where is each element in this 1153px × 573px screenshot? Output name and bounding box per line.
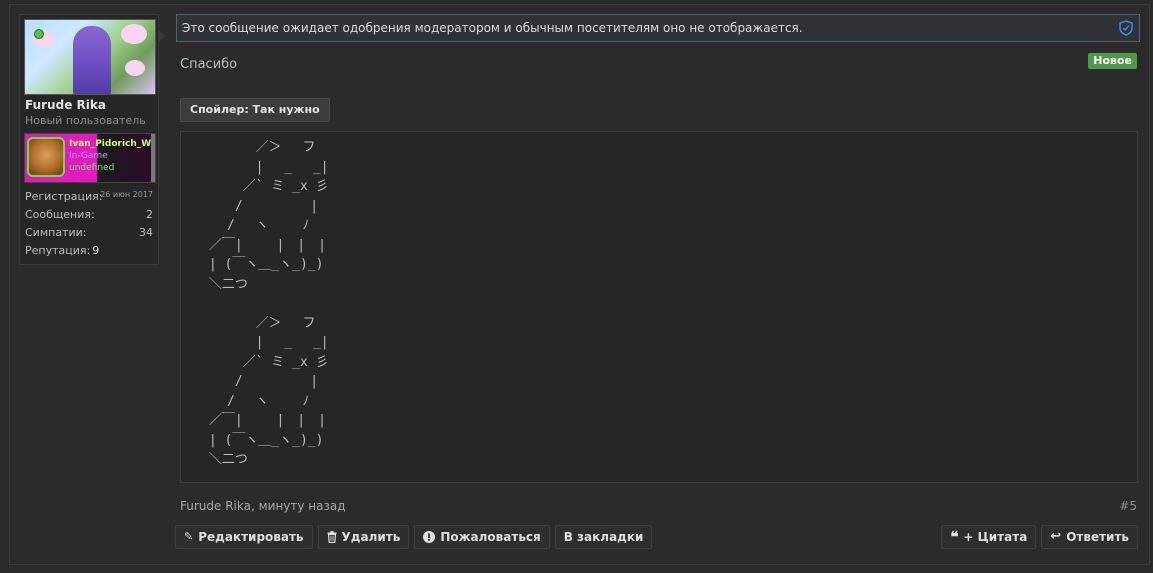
post-actions-left: ✎ Редактировать Удалить Пожаловаться В з… bbox=[175, 525, 653, 549]
user-title: Новый пользователь bbox=[25, 114, 146, 127]
new-badge: Новое bbox=[1088, 53, 1137, 69]
message-text: Спасибо bbox=[180, 57, 238, 72]
banner-game: undefined bbox=[69, 163, 115, 173]
moderation-notice: Это сообщение ожидает одобрения модерато… bbox=[176, 14, 1140, 42]
spoiler-content: ／＞ フ | _ _| ／` ミ _x 彡 / | / ヽ ﾉ ／￣| | | … bbox=[180, 131, 1138, 483]
stat-messages: Сообщения: 2 bbox=[25, 208, 153, 226]
bookmark-button-label: В закладки bbox=[563, 530, 644, 544]
stat-value: 26 июн 2017 bbox=[100, 190, 153, 199]
edit-button-label: Редактировать bbox=[198, 530, 304, 544]
post-number[interactable]: #5 bbox=[1119, 499, 1137, 513]
report-button[interactable]: Пожаловаться bbox=[414, 525, 550, 549]
exclamation-circle-icon bbox=[423, 531, 436, 543]
delete-button[interactable]: Удалить bbox=[317, 525, 410, 549]
shield-icon bbox=[1119, 20, 1133, 36]
stat-label: Симпатии: bbox=[25, 226, 87, 239]
banner-player-name: Ivan_Pidorich_Wak… bbox=[69, 139, 155, 149]
report-button-label: Пожаловаться bbox=[440, 530, 541, 544]
spoiler-toggle-button[interactable]: Спойлер: Так нужно bbox=[180, 98, 330, 122]
message-post: Furude Rika Новый пользователь Ivan_Pido… bbox=[9, 4, 1150, 565]
banner-status: In-Game bbox=[69, 151, 108, 161]
stat-reputation: Репутация: 9 bbox=[25, 244, 153, 262]
stat-label: Сообщения: bbox=[25, 208, 95, 221]
user-stats: Регистрация: 26 июн 2017 Сообщения: 2 Си… bbox=[25, 190, 153, 262]
avatar[interactable] bbox=[24, 19, 156, 95]
stat-value: 9 bbox=[92, 244, 100, 257]
quote-button[interactable]: ❝ + Цитата bbox=[941, 525, 1037, 549]
edit-button[interactable]: ✎ Редактировать bbox=[175, 525, 313, 549]
banner-scrollbar bbox=[151, 134, 155, 182]
stat-registration: Регистрация: 26 июн 2017 bbox=[25, 190, 153, 208]
user-block: Furude Rika Новый пользователь Ivan_Pido… bbox=[19, 14, 159, 265]
quote-icon: ❝ bbox=[950, 528, 959, 546]
post-actions-right: ❝ + Цитата ↩ Ответить bbox=[941, 525, 1138, 549]
trash-icon bbox=[327, 531, 337, 543]
post-author-time[interactable]: Furude Rika, минуту назад bbox=[180, 499, 346, 513]
username[interactable]: Furude Rika bbox=[25, 98, 106, 112]
banner-avatar bbox=[27, 137, 65, 177]
stat-value: 34 bbox=[139, 226, 153, 239]
ascii-art: ／＞ フ | _ _| ／` ミ _x 彡 / | / ヽ ﾉ ／￣| | | … bbox=[208, 140, 329, 467]
reply-icon: ↩ bbox=[1050, 529, 1062, 544]
steam-banner[interactable]: Ivan_Pidorich_Wak… In-Game undefined bbox=[24, 133, 156, 183]
pencil-icon: ✎ bbox=[184, 530, 194, 543]
stat-likes: Симпатии: 34 bbox=[25, 226, 153, 244]
online-status-indicator bbox=[34, 29, 44, 39]
speech-arrow bbox=[158, 29, 166, 43]
stat-label: Репутация: bbox=[25, 244, 91, 257]
reply-button[interactable]: ↩ Ответить bbox=[1041, 525, 1138, 549]
quote-button-label: + Цитата bbox=[963, 530, 1028, 544]
stat-label: Регистрация: bbox=[25, 190, 103, 203]
moderation-text: Это сообщение ожидает одобрения модерато… bbox=[182, 21, 803, 35]
bookmark-button[interactable]: В закладки bbox=[554, 525, 653, 549]
stat-value[interactable]: 2 bbox=[146, 208, 153, 221]
delete-button-label: Удалить bbox=[341, 530, 401, 544]
reply-button-label: Ответить bbox=[1066, 530, 1129, 544]
